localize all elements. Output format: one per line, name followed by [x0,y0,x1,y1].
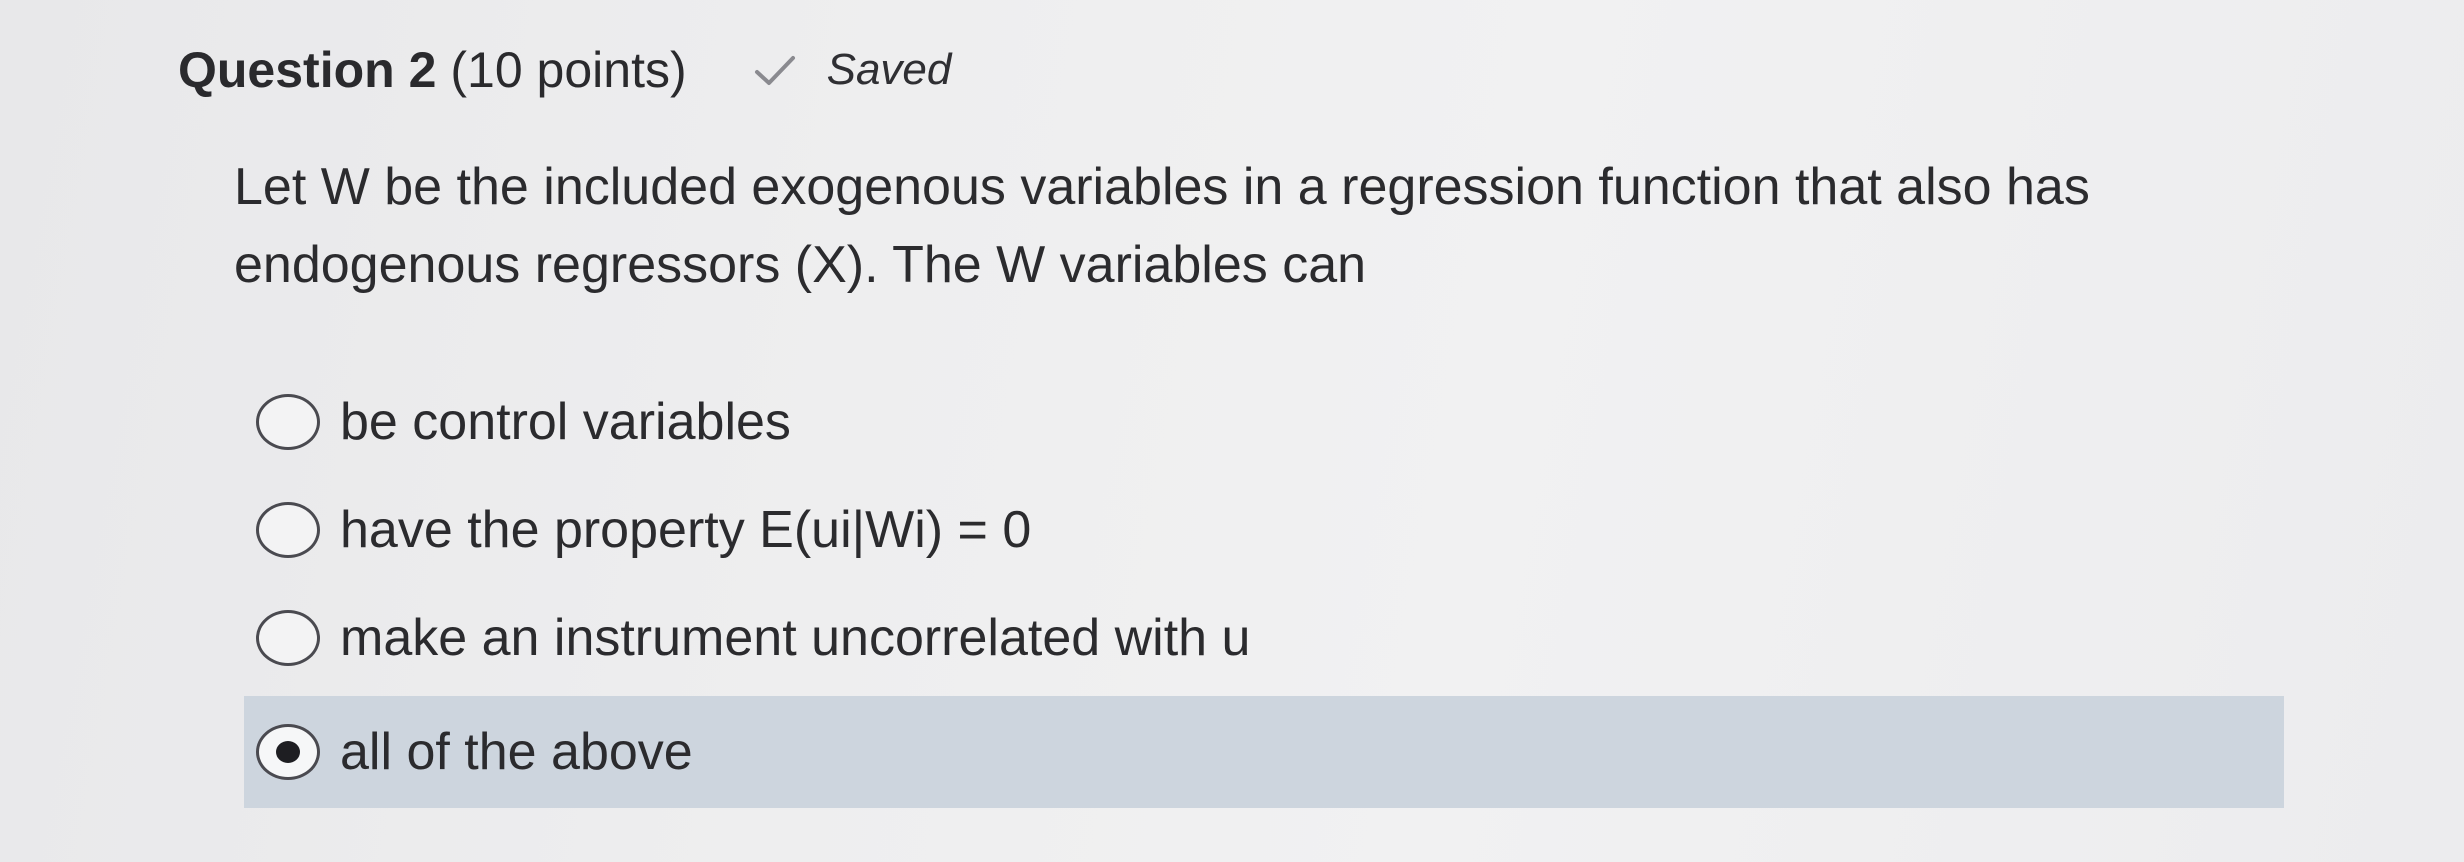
option-have-property[interactable]: have the property E(ui|Wi) = 0 [244,476,2284,584]
question-prompt: Let W be the included exogenous variable… [234,148,2334,304]
saved-status: Saved [751,45,952,95]
radio-button-selected[interactable] [256,724,320,780]
question-title: Question 2 [178,42,437,98]
option-make-instrument-uncorrelated[interactable]: make an instrument uncorrelated with u [244,584,2284,692]
saved-label: Saved [826,45,952,94]
option-be-control-variables[interactable]: be control variables [244,368,2284,476]
option-all-of-the-above[interactable]: all of the above [244,696,2284,808]
answer-options: be control variables have the property E… [244,368,2284,808]
radio-selected-dot [276,741,300,763]
option-label: make an instrument uncorrelated with u [340,609,1251,667]
question-points: (10 points) [450,42,687,98]
prompt-line-2: endogenous regressors (X). The W variabl… [234,236,1367,294]
option-label: all of the above [340,723,693,781]
prompt-line-1: Let W be the included exogenous variable… [234,158,2090,216]
checkmark-icon [754,56,795,85]
option-label: have the property E(ui|Wi) = 0 [340,501,1032,559]
radio-button[interactable] [256,610,320,666]
radio-button[interactable] [256,394,320,450]
radio-button[interactable] [256,502,320,558]
option-label: be control variables [340,393,791,451]
question-header: Question 2 (10 points) Saved [178,30,951,110]
